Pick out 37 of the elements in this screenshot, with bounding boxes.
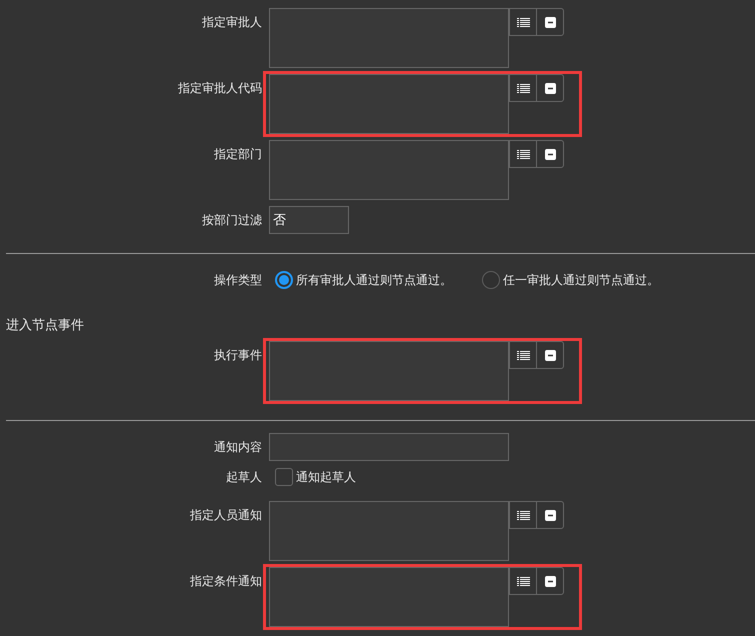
list-button[interactable] (509, 501, 537, 529)
list-icon (516, 350, 530, 360)
list-button[interactable] (509, 341, 537, 369)
radio-button[interactable] (275, 271, 293, 289)
field-label: 通知内容 (214, 440, 262, 454)
list-icon (516, 510, 530, 520)
remove-button[interactable] (536, 74, 564, 102)
list-icon (516, 576, 530, 586)
input-field[interactable] (269, 433, 509, 461)
field-label: 指定审批人 (202, 15, 262, 29)
field-label: 指定审批人代码 (178, 81, 262, 95)
field-label: 起草人 (226, 470, 262, 484)
field-label: 指定人员通知 (190, 508, 262, 522)
radio-button[interactable] (482, 271, 500, 289)
list-button[interactable] (509, 567, 537, 595)
section-heading: 进入节点事件 (6, 318, 84, 333)
remove-button[interactable] (536, 8, 564, 36)
list-button[interactable] (509, 74, 537, 102)
radio-label[interactable]: 所有审批人通过则节点通过。 (296, 271, 452, 289)
field-label: 操作类型 (214, 273, 262, 287)
list-icon (516, 84, 530, 92)
list-button[interactable] (509, 8, 537, 36)
field-label: 指定条件通知 (190, 574, 262, 588)
checkbox[interactable] (275, 468, 293, 486)
checkbox-label[interactable]: 通知起草人 (296, 468, 356, 486)
list-button[interactable] (509, 140, 537, 168)
input-field[interactable]: 否 (269, 206, 349, 234)
remove-button[interactable] (536, 501, 564, 529)
remove-button[interactable] (536, 341, 564, 369)
field-label: 执行事件 (214, 348, 262, 362)
remove-button[interactable] (536, 140, 564, 168)
list-icon (516, 18, 530, 26)
list-icon (516, 150, 530, 158)
field-label: 按部门过滤 (202, 213, 262, 227)
field-label: 指定部门 (214, 147, 262, 161)
radio-label[interactable]: 任一审批人通过则节点通过。 (503, 271, 659, 289)
remove-button[interactable] (536, 567, 564, 595)
